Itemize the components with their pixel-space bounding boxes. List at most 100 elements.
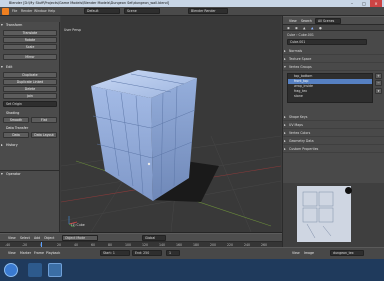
join-button[interactable]: Join — [3, 93, 57, 99]
viewport-view-label: User Persp — [64, 28, 82, 32]
blender-taskbar-icon[interactable] — [48, 263, 62, 277]
viewport-add-menu[interactable]: Add — [34, 236, 40, 240]
timeline-marker-menu[interactable]: Marker — [20, 251, 31, 255]
uv-image-menu[interactable]: Image — [304, 251, 314, 255]
vertex-group-list[interactable]: top_bottom front_top wrap_inside frag_te… — [287, 73, 373, 103]
material-tab-icon[interactable]: ● — [319, 25, 322, 31]
set-origin-select[interactable]: Set Origin — [3, 101, 57, 107]
outliner-view-menu[interactable]: View — [289, 19, 297, 23]
data-layout-button[interactable]: Data Layout — [31, 132, 57, 138]
timeline-frame-menu[interactable]: Frame — [34, 251, 44, 255]
delete-button[interactable]: Delete — [3, 86, 57, 92]
collapse-triangle-icon: ▸ — [284, 123, 286, 127]
custom-properties-panel-header[interactable]: ▸ Custom Properties — [283, 146, 384, 153]
geometry-data-panel-header[interactable]: ▸ Geometry Data — [283, 138, 384, 145]
transform-panel-header[interactable]: ▾ Transform — [0, 22, 60, 28]
outliner-header: View Search All Scenes — [283, 16, 384, 25]
uv-texture-drawing — [302, 191, 334, 239]
vertex-colors-panel-header[interactable]: ▸ Vertex Colors — [283, 130, 384, 137]
mesh-data-tab-icon[interactable]: ▲ — [311, 25, 313, 31]
viewport-object-label: (1) Cube — [71, 223, 85, 227]
3d-viewport[interactable]: User Persp (1) Cube — [61, 16, 281, 232]
data-button[interactable]: Data — [3, 132, 29, 138]
mirror-button[interactable]: Mirror — [3, 54, 57, 60]
normals-panel-header[interactable]: ▸ Normals — [283, 48, 384, 55]
flat-button[interactable]: Flat — [31, 117, 57, 123]
scale-button[interactable]: Scale — [3, 44, 57, 50]
scene-select[interactable]: Scene — [124, 8, 160, 14]
maximize-icon[interactable]: □ — [358, 0, 370, 7]
screen-layout-select[interactable]: Default — [84, 8, 120, 14]
viewport-canvas[interactable] — [61, 16, 281, 232]
render-engine-select[interactable]: Blender Render — [188, 8, 228, 14]
mesh-datablock-field[interactable]: Cube.001 — [287, 39, 367, 45]
smooth-button[interactable]: Smooth — [3, 117, 29, 123]
properties-tabs: ◉ ◉ ▲ ▲ ● — [283, 25, 384, 31]
transform-orientation-select[interactable]: Global — [142, 235, 166, 241]
uv-texture-image — [297, 186, 351, 242]
uv-image-editor[interactable] — [282, 183, 384, 247]
vertex-groups-panel-header[interactable]: ▾ Vertex Groups — [283, 64, 384, 71]
outliner-display-select[interactable]: All Scenes — [315, 18, 341, 24]
collapse-triangle-icon: ▸ — [284, 49, 286, 53]
timeline-view-menu[interactable]: View — [8, 251, 16, 255]
blender-logo-icon[interactable] — [2, 8, 9, 15]
viewport-select-menu[interactable]: Select — [20, 236, 30, 240]
uv-maps-panel-header[interactable]: ▸ UV Maps — [283, 122, 384, 129]
render-tab-icon[interactable]: ◉ — [287, 25, 290, 31]
end-frame-field[interactable]: End: 250 — [132, 250, 162, 256]
viewport-object-menu[interactable]: Object — [44, 236, 54, 240]
add-vertex-group-button[interactable]: + — [375, 73, 382, 79]
sample-dot-icon — [345, 187, 352, 194]
menu-window[interactable]: Window — [34, 7, 47, 16]
info-header: File Render Window Help Default Scene Bl… — [0, 7, 384, 16]
texture-space-panel-header[interactable]: ▸ Texture Space — [283, 56, 384, 63]
viewport-view-menu[interactable]: View — [8, 236, 16, 240]
duplicate-button[interactable]: Duplicate — [3, 72, 57, 78]
translate-button[interactable]: Translate — [3, 30, 57, 36]
outliner-search-menu[interactable]: Search — [301, 19, 312, 23]
uv-view-menu[interactable]: View — [292, 251, 300, 255]
object-mode-select[interactable]: Object Mode — [62, 235, 98, 241]
collapse-triangle-icon: ▸ — [284, 57, 286, 61]
windows-taskbar — [0, 259, 384, 281]
shading-panel-header[interactable]: Shading — [0, 110, 60, 116]
vertex-group-menu-button[interactable]: ▾ — [375, 88, 382, 94]
expand-triangle-icon: ▾ — [1, 172, 3, 176]
edit-panel-header[interactable]: ▾ Edit — [0, 64, 60, 70]
explorer-taskbar-icon[interactable] — [28, 263, 42, 277]
minimize-icon[interactable]: – — [346, 0, 358, 7]
remove-vertex-group-button[interactable]: − — [375, 80, 382, 86]
collapse-triangle-icon: ▸ — [284, 147, 286, 151]
shape-keys-panel-header[interactable]: ▸ Shape Keys — [283, 114, 384, 121]
current-frame-field[interactable]: 1 — [166, 250, 180, 256]
timeline-playback-menu[interactable]: Playback — [46, 251, 60, 255]
history-panel-header[interactable]: ▸ History — [0, 142, 60, 148]
object-origin-icon — [147, 162, 151, 166]
close-icon[interactable]: × — [370, 0, 382, 7]
menu-file[interactable]: File — [12, 7, 17, 16]
expand-triangle-icon: ▾ — [284, 65, 286, 69]
scene-tab-icon[interactable]: ◉ — [295, 25, 298, 31]
start-button-icon[interactable] — [4, 263, 18, 277]
timeline-header: View Marker Frame Playback Start: 1 End:… — [0, 247, 384, 259]
collapse-triangle-icon: ▸ — [1, 143, 3, 147]
breadcrumb: Cube › Cube.001 — [287, 33, 314, 37]
collapse-triangle-icon: ▸ — [284, 115, 286, 119]
tool-shelf: ▾ Transform Translate Rotate Scale Mirror… — [0, 16, 60, 232]
window-title: Blender [D:\My Stuff\Projects\Game Model… — [9, 1, 170, 5]
viewport-header: View Select Add Object Object Mode Globa… — [0, 233, 282, 242]
rotate-button[interactable]: Rotate — [3, 37, 57, 43]
image-datablock-field[interactable]: dungeon_tex — [330, 250, 364, 256]
menu-help[interactable]: Help — [48, 7, 55, 16]
start-frame-field[interactable]: Start: 1 — [100, 250, 130, 256]
collapse-triangle-icon: ▸ — [284, 131, 286, 135]
expand-triangle-icon: ▾ — [1, 65, 3, 69]
properties-editor: View Search All Scenes ◉ ◉ ▲ ▲ ● Cube › … — [282, 16, 384, 183]
cube-left-face — [91, 86, 153, 201]
object-tab-icon[interactable]: ▲ — [303, 25, 305, 31]
list-item[interactable]: stone — [288, 94, 372, 99]
operator-panel-header[interactable]: ▾ Operator — [0, 171, 60, 177]
duplicate-linked-button[interactable]: Duplicate Linked — [3, 79, 57, 85]
menu-render[interactable]: Render — [21, 7, 32, 16]
